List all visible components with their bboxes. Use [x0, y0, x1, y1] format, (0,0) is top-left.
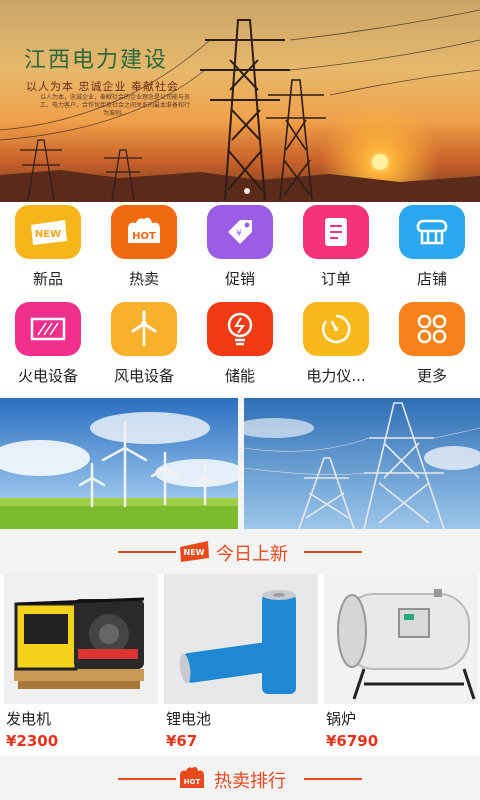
category-new[interactable]: NEW 新品 — [0, 202, 96, 297]
product-image — [324, 574, 478, 704]
banner-title: 江西电力建设 — [24, 48, 169, 73]
section-new-title: 今日上新 — [216, 544, 288, 565]
product-name: 发电机 — [6, 710, 52, 728]
promo-wind-farm[interactable] — [0, 398, 238, 529]
category-label: 风电设备 — [113, 367, 174, 385]
category-promo[interactable]: ¥ 促销 — [192, 202, 288, 297]
hero-banner[interactable]: 江西电力建设 以人为本 忠诚企业 奉献社会 以人为本，忠诚企业，奉献社会的企业理… — [0, 0, 480, 202]
new-badge-icon: NEW — [180, 541, 209, 562]
product-card-generator[interactable]: 发电机 ¥2300 — [4, 574, 158, 756]
category-meter[interactable]: 电力仪... — [288, 299, 384, 394]
divider-line — [118, 551, 176, 553]
banner-slogan: 以人为本 忠诚企业 奉献社会 — [26, 80, 179, 93]
meter-icon — [303, 302, 369, 356]
store-icon — [399, 205, 465, 259]
hot-badge-icon: HOT — [180, 767, 204, 788]
category-storage[interactable]: 储能 — [192, 299, 288, 394]
svg-text:HOT: HOT — [132, 231, 156, 242]
category-label: 储能 — [224, 367, 255, 385]
category-label: 订单 — [320, 270, 351, 288]
category-label: 火电设备 — [17, 367, 78, 385]
section-new-header: NEW 今日上新 — [0, 531, 480, 573]
carousel-indicator[interactable] — [244, 188, 250, 194]
new-badge-icon: NEW — [15, 205, 81, 259]
more-grid-icon — [399, 302, 465, 356]
wind-farm-image — [0, 398, 238, 529]
banner-caption: 以人为本，忠诚企业，奉献社会的企业理念是公司能与员工、电力客户、合作伙伴及社会之… — [40, 94, 191, 117]
product-card-boiler[interactable]: 锅炉 ¥6790 — [324, 574, 478, 756]
price-tag-icon: ¥ — [207, 205, 273, 259]
section-hot-header: HOT 热卖排行 — [0, 758, 480, 800]
power-tower-image — [244, 398, 480, 529]
section-hot-title: 热卖排行 — [214, 771, 286, 792]
product-image — [4, 574, 158, 704]
svg-text:NEW: NEW — [184, 548, 205, 557]
product-name: 锅炉 — [326, 710, 357, 728]
hot-badge-icon: HOT — [111, 205, 177, 259]
product-price: ¥6790 — [326, 732, 379, 750]
category-store[interactable]: 店铺 — [384, 202, 480, 297]
category-more[interactable]: 更多 — [384, 299, 480, 394]
category-wind[interactable]: 风电设备 — [96, 299, 192, 394]
divider-line — [304, 551, 362, 553]
category-label: 电力仪... — [306, 367, 366, 385]
divider-line — [118, 778, 176, 780]
category-thermal[interactable]: 火电设备 — [0, 299, 96, 394]
product-name: 锂电池 — [166, 710, 212, 728]
category-hot[interactable]: HOT 热卖 — [96, 202, 192, 297]
divider-line — [304, 778, 362, 780]
product-list: 发电机 ¥2300 锂电池 ¥67 锅炉 ¥6790 — [0, 574, 480, 756]
category-label: 新品 — [32, 270, 63, 288]
svg-text:HOT: HOT — [184, 778, 201, 786]
promo-power-tower[interactable] — [244, 398, 480, 529]
order-list-icon — [303, 205, 369, 259]
category-label: 热卖 — [128, 270, 159, 288]
category-label: 促销 — [224, 270, 255, 288]
product-image — [164, 574, 318, 704]
category-label: 更多 — [416, 367, 447, 385]
category-orders[interactable]: 订单 — [288, 202, 384, 297]
product-price: ¥2300 — [6, 732, 59, 750]
svg-text:¥: ¥ — [236, 229, 242, 239]
product-card-lithium-battery[interactable]: 锂电池 ¥67 — [164, 574, 318, 756]
wind-turbine-icon — [111, 302, 177, 356]
category-grid: NEW 新品 HOT 热卖 ¥ 促销 订单 店铺 火电设备 风电设备 储能 电力… — [0, 202, 480, 396]
svg-text:NEW: NEW — [35, 229, 61, 240]
energy-storage-icon — [207, 302, 273, 356]
category-label: 店铺 — [416, 270, 447, 288]
thermal-power-icon — [15, 302, 81, 356]
product-price: ¥67 — [166, 732, 198, 750]
